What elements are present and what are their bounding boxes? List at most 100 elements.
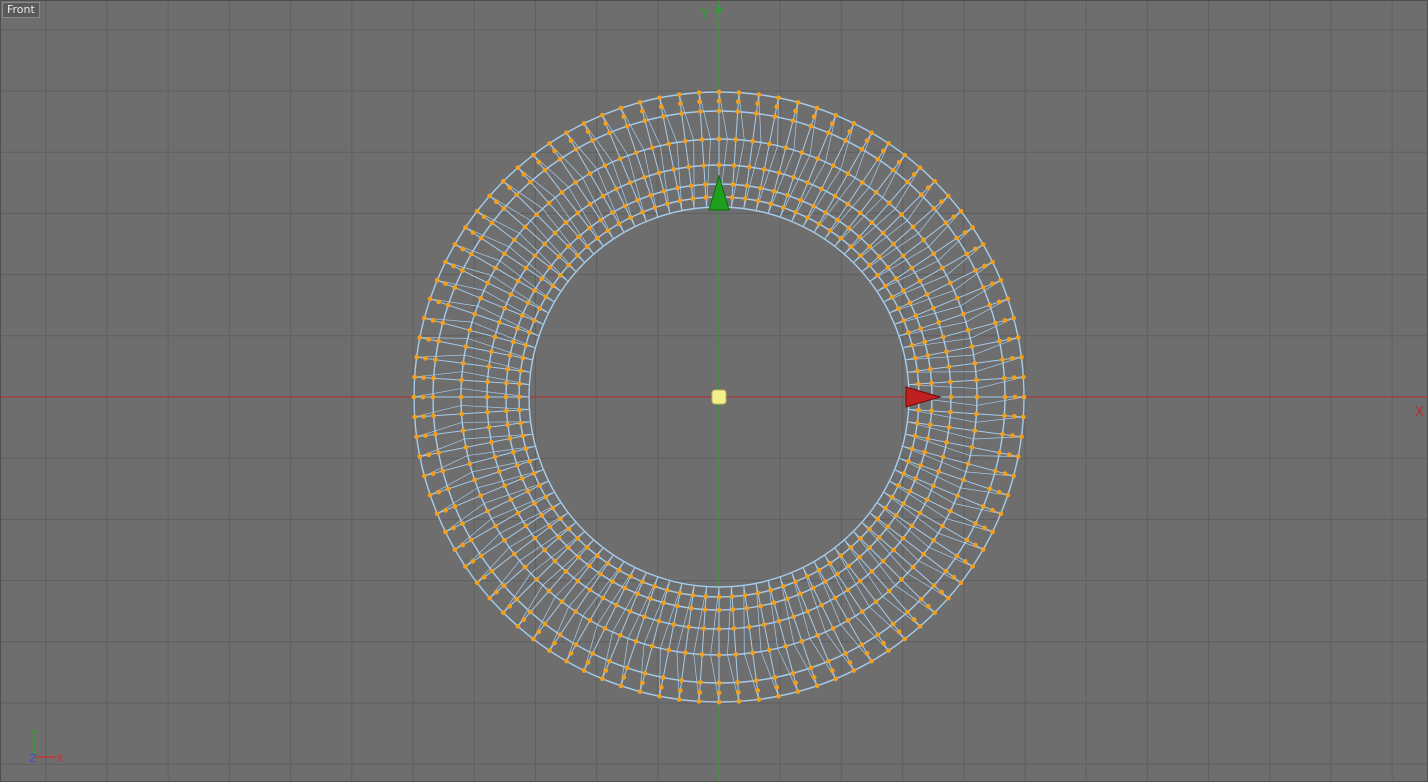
torus-point	[542, 621, 548, 627]
torus-point	[885, 524, 891, 530]
torus-point	[761, 622, 767, 627]
torus-point	[489, 568, 495, 574]
torus-point	[573, 609, 579, 614]
torus-point	[940, 334, 946, 340]
torus-point	[847, 129, 853, 134]
torus-point	[421, 315, 427, 321]
torus-point	[1000, 431, 1005, 437]
torus-point	[776, 618, 782, 624]
torus-point	[917, 510, 923, 516]
torus-point	[702, 607, 708, 612]
torus-point	[880, 230, 886, 236]
torus-point	[716, 162, 722, 168]
torus-point	[916, 407, 921, 413]
torus-point	[795, 99, 801, 105]
torus-point	[965, 327, 971, 333]
torus-point	[1015, 454, 1021, 459]
torus-point	[858, 253, 863, 258]
torus-point	[539, 276, 545, 282]
torus-point	[502, 537, 507, 543]
torus-point	[481, 214, 487, 220]
torus-point	[940, 523, 945, 529]
torus-point	[829, 668, 835, 673]
torus-point	[500, 178, 506, 184]
torus-point	[845, 587, 851, 593]
torus-point	[470, 559, 476, 564]
torus-point	[776, 693, 781, 699]
torus-point	[973, 521, 978, 526]
torus-point	[573, 642, 579, 648]
torus-point	[948, 379, 953, 385]
torus-point	[869, 569, 875, 574]
torus-point	[954, 553, 960, 559]
torus-point	[519, 313, 525, 318]
torus-point	[504, 380, 509, 386]
torus-point	[478, 295, 484, 301]
torus-point	[686, 624, 692, 630]
torus-point	[1011, 413, 1017, 419]
torus-point	[816, 221, 822, 227]
torus-point	[627, 180, 633, 186]
torus-point	[947, 508, 953, 514]
torus-point	[974, 377, 979, 383]
torus-point	[736, 698, 742, 704]
torus-point	[851, 668, 857, 673]
torus-point	[423, 355, 428, 361]
center-handle[interactable]	[711, 389, 727, 405]
torus-point	[772, 675, 778, 680]
torus-point	[573, 180, 579, 185]
torus-point	[998, 511, 1004, 517]
torus-point	[452, 242, 458, 247]
torus-point	[679, 678, 685, 683]
torus-point	[859, 180, 865, 185]
torus-point	[468, 251, 474, 257]
torus-point	[867, 545, 873, 551]
torus-point	[925, 185, 931, 191]
torus-point	[889, 494, 895, 500]
torus-point	[420, 394, 426, 400]
view-name-label[interactable]: Front	[2, 2, 40, 18]
torus-point	[866, 262, 872, 268]
torus-point	[426, 452, 432, 458]
torus-point	[414, 434, 420, 440]
torus-point	[463, 564, 468, 569]
torus-point	[501, 583, 507, 588]
torus-point	[946, 364, 952, 370]
viewport-canvas[interactable]: Y X Y X Z	[0, 0, 1428, 782]
torus-point	[443, 529, 448, 535]
torus-point	[910, 224, 916, 230]
torus-point	[811, 674, 817, 680]
torus-point	[895, 483, 901, 488]
torus-point	[430, 394, 436, 400]
torus-point	[805, 573, 810, 579]
torus-point	[525, 488, 531, 494]
torus-point	[436, 338, 441, 344]
front-viewport[interactable]: Y X Y X Z Front	[0, 0, 1428, 782]
torus-point	[515, 278, 521, 284]
torus-point	[702, 182, 708, 187]
torus-point	[460, 360, 466, 366]
y-axis-handle-icon[interactable]	[708, 174, 730, 211]
torus-point	[547, 524, 553, 530]
torus-point	[467, 327, 473, 333]
torus-point	[918, 326, 924, 331]
torus-point	[605, 228, 611, 234]
torus-point	[1021, 394, 1027, 400]
torus-point	[974, 394, 980, 400]
torus-point	[507, 185, 513, 191]
torus-point	[951, 214, 957, 220]
torus-point	[783, 643, 789, 649]
torus-point	[598, 571, 604, 577]
torus-point	[534, 212, 539, 217]
torus-point	[900, 253, 906, 259]
torus-point	[833, 112, 839, 118]
torus-point	[485, 280, 491, 286]
torus-point	[771, 600, 777, 606]
torus-point	[742, 196, 748, 202]
torus-point	[948, 394, 954, 400]
torus-point	[478, 235, 484, 241]
torus-point	[925, 436, 931, 441]
torus-point	[426, 336, 432, 342]
torus-point	[633, 150, 639, 156]
x-axis-handle-icon[interactable]	[905, 386, 942, 408]
